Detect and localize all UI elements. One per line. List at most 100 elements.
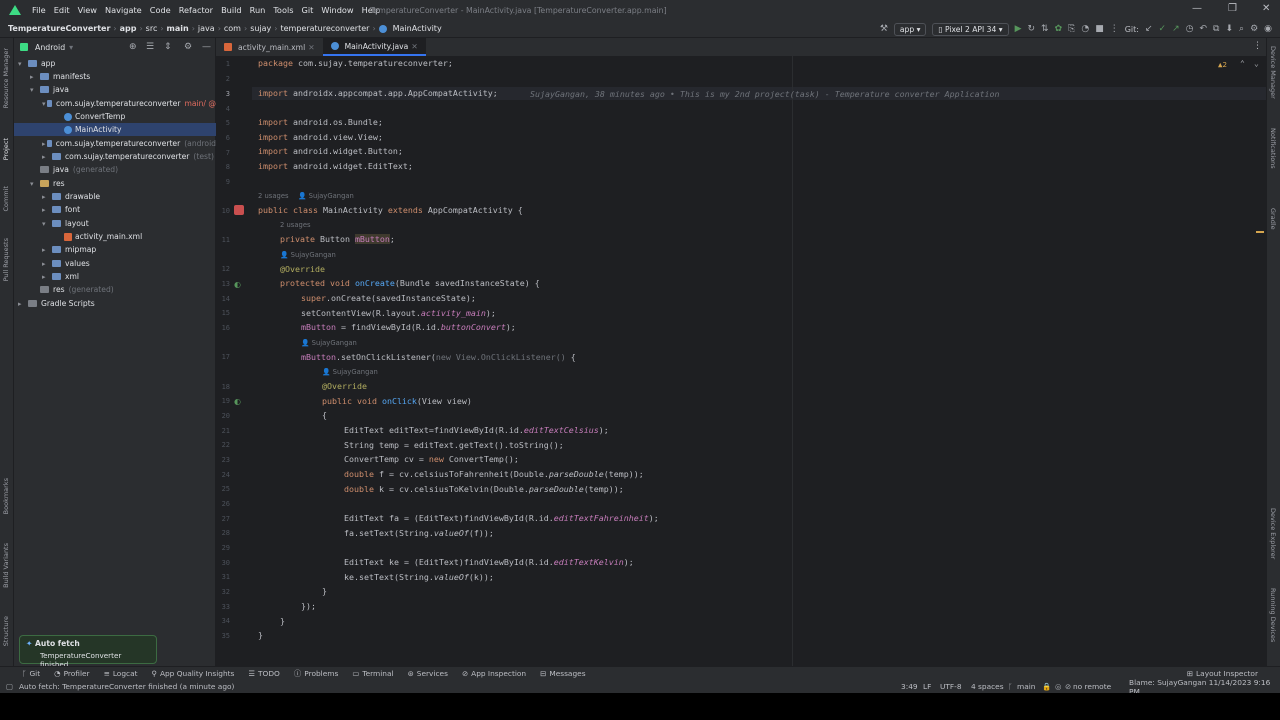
tree-item[interactable]: ▸ mipmap bbox=[14, 243, 216, 256]
tool-git[interactable]: ᚴ Git bbox=[22, 669, 40, 678]
minimize-icon[interactable]: — bbox=[1192, 3, 1202, 14]
tree-item[interactable]: res (generated) bbox=[14, 283, 216, 296]
sdk-manager-icon[interactable]: ⬇ bbox=[1225, 24, 1233, 34]
tree-item[interactable]: java (generated) bbox=[14, 163, 216, 176]
usages-hint[interactable]: 2 usages bbox=[258, 192, 289, 200]
search-icon[interactable]: ⌕ bbox=[1239, 24, 1244, 34]
gear-icon[interactable]: ⚙ bbox=[1250, 24, 1258, 34]
profile-icon[interactable]: ◔ bbox=[1081, 24, 1089, 34]
override-gutter-icon[interactable]: ◐ bbox=[234, 397, 241, 406]
remote-status[interactable]: no remote bbox=[1073, 682, 1111, 691]
breadcrumb-sujay[interactable]: sujay bbox=[247, 24, 274, 33]
maximize-icon[interactable]: ❐ bbox=[1228, 3, 1237, 14]
debug-icon[interactable]: ✿ bbox=[1055, 24, 1063, 34]
chevron-down-icon[interactable]: ⌄ bbox=[1254, 59, 1259, 68]
breadcrumb-project[interactable]: TemperatureConverter bbox=[5, 24, 113, 33]
more-tabs-icon[interactable]: ⋮ bbox=[1253, 41, 1262, 51]
git-update-icon[interactable]: ↙ bbox=[1145, 24, 1153, 34]
menu-run[interactable]: Run bbox=[246, 5, 270, 15]
caret-position[interactable]: 3:49 bbox=[901, 682, 918, 691]
tab-activity-main-xml[interactable]: activity_main.xml ✕ bbox=[216, 38, 323, 56]
chevron-right-icon[interactable]: ▸ bbox=[42, 273, 52, 281]
tree-item[interactable]: ▸ com.sujay.temperatureconverter (android bbox=[14, 137, 216, 150]
chevron-down-icon[interactable]: ▾ bbox=[30, 180, 40, 188]
author-hint[interactable]: 👤 SujayGangan bbox=[322, 368, 378, 376]
chevron-down-icon[interactable]: ▾ bbox=[18, 60, 28, 68]
project-view-select[interactable]: Android bbox=[35, 43, 65, 52]
git-rollback-icon[interactable]: ↶ bbox=[1199, 24, 1207, 34]
chevron-right-icon[interactable]: ▸ bbox=[30, 73, 40, 81]
tool-messages[interactable]: ⊟ Messages bbox=[540, 669, 585, 678]
close-tab-icon[interactable]: ✕ bbox=[308, 43, 314, 52]
tab-main-activity-java[interactable]: MainActivity.java ✕ bbox=[322, 38, 426, 56]
tool-app-inspection[interactable]: ⊘ App Inspection bbox=[462, 669, 526, 678]
warnings-indicator[interactable]: ▲2 bbox=[1218, 60, 1227, 69]
attach-debugger-icon[interactable]: ⎘ bbox=[1068, 24, 1075, 34]
code-editor[interactable]: package com.sujay.temperatureconverter; … bbox=[252, 56, 1266, 666]
chevron-right-icon[interactable]: ▸ bbox=[42, 260, 52, 268]
inspections-icon[interactable]: ◎ bbox=[1055, 682, 1061, 691]
tool-profiler[interactable]: ◔ Profiler bbox=[54, 669, 89, 678]
tree-item[interactable]: ▾ com.sujay.temperatureconverter main/ @ bbox=[14, 97, 216, 110]
tool-device-explorer[interactable]: Device Explorer bbox=[1269, 508, 1277, 559]
breadcrumb-module[interactable]: app bbox=[117, 24, 140, 33]
menu-git[interactable]: Git bbox=[298, 5, 318, 15]
tool-commit[interactable]: Commit bbox=[2, 186, 10, 212]
tree-item[interactable]: ▾ app bbox=[14, 57, 216, 70]
apply-code-changes-icon[interactable]: ⇅ bbox=[1041, 24, 1049, 34]
tree-item[interactable]: ConvertTemp bbox=[14, 110, 216, 123]
chevron-right-icon[interactable]: ▸ bbox=[42, 153, 52, 161]
tool-project[interactable]: Project bbox=[2, 138, 10, 160]
menu-navigate[interactable]: Navigate bbox=[101, 5, 146, 15]
stop-icon[interactable]: ■ bbox=[1095, 24, 1104, 34]
override-gutter-icon[interactable]: ◐ bbox=[234, 280, 241, 289]
author-hint[interactable]: 👤 SujayGangan bbox=[280, 251, 336, 259]
tool-device-manager[interactable]: Device Manager bbox=[1269, 46, 1277, 99]
expand-all-icon[interactable]: ☰ bbox=[146, 42, 154, 52]
lock-icon[interactable]: 🔒 bbox=[1042, 682, 1051, 691]
account-icon[interactable]: ◉ bbox=[1264, 24, 1272, 34]
menu-build[interactable]: Build bbox=[217, 5, 246, 15]
indent-setting[interactable]: 4 spaces bbox=[971, 682, 1004, 691]
tool-logcat[interactable]: ≡ Logcat bbox=[104, 669, 138, 678]
tool-structure[interactable]: Structure bbox=[2, 616, 10, 646]
breadcrumb-file[interactable]: MainActivity bbox=[390, 24, 445, 33]
chevron-right-icon[interactable]: ▸ bbox=[42, 246, 52, 254]
run-icon[interactable]: ▶ bbox=[1015, 24, 1022, 34]
hammer-icon[interactable]: ⚒ bbox=[880, 24, 888, 34]
close-icon[interactable]: ✕ bbox=[1262, 3, 1270, 14]
chevron-right-icon[interactable]: ▸ bbox=[18, 300, 28, 308]
notification-toast[interactable]: ✦ Auto fetch TemperatureConverter finish… bbox=[19, 635, 157, 669]
tree-item[interactable]: ▾ res bbox=[14, 177, 216, 190]
tree-item[interactable]: ▸ font bbox=[14, 203, 216, 216]
chevron-down-icon[interactable]: ▾ bbox=[69, 43, 73, 52]
run-config-select[interactable]: app ▾ bbox=[893, 22, 927, 36]
author-hint[interactable]: 👤 SujayGangan bbox=[301, 339, 357, 347]
menu-tools[interactable]: Tools bbox=[269, 5, 297, 15]
collapse-all-icon[interactable]: ⇕ bbox=[164, 42, 172, 52]
tree-item[interactable]: ▸ values bbox=[14, 257, 216, 270]
locate-icon[interactable]: ⊕ bbox=[129, 42, 137, 52]
tool-todo[interactable]: ☰ TODO bbox=[248, 669, 279, 678]
chevron-down-icon[interactable]: ▾ bbox=[30, 86, 40, 94]
menu-window[interactable]: Window bbox=[317, 5, 357, 15]
tree-item[interactable]: ▸ Gradle Scripts bbox=[14, 297, 216, 310]
device-mirror-icon[interactable]: ⧉ bbox=[1213, 24, 1219, 34]
file-encoding[interactable]: UTF-8 bbox=[940, 682, 962, 691]
tree-item[interactable]: ▸ com.sujay.temperatureconverter (test) bbox=[14, 150, 216, 163]
chevron-down-icon[interactable]: ▾ bbox=[42, 220, 52, 228]
tool-running-devices[interactable]: Running Devices bbox=[1269, 588, 1277, 642]
tool-bookmarks[interactable]: Bookmarks bbox=[2, 478, 10, 514]
tool-terminal[interactable]: ▭ Terminal bbox=[352, 669, 393, 678]
breadcrumb-com[interactable]: com bbox=[221, 24, 244, 33]
chevron-right-icon[interactable]: ▸ bbox=[42, 206, 52, 214]
tool-build-variants[interactable]: Build Variants bbox=[2, 543, 10, 588]
git-push-icon[interactable]: ↗ bbox=[1172, 24, 1180, 34]
breadcrumb-java[interactable]: java bbox=[195, 24, 218, 33]
warning-marker[interactable] bbox=[1256, 231, 1264, 233]
menu-file[interactable]: File bbox=[28, 5, 50, 15]
author-hint[interactable]: 👤 SujayGangan bbox=[298, 192, 354, 200]
tool-pull-requests[interactable]: Pull Requests bbox=[2, 238, 10, 281]
tool-gradle[interactable]: Gradle bbox=[1269, 208, 1277, 230]
close-tab-icon[interactable]: ✕ bbox=[411, 42, 417, 51]
